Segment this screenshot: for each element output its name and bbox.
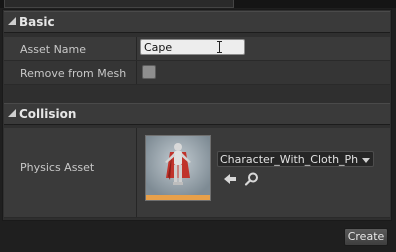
physics-asset-thumbnail[interactable] xyxy=(145,135,211,201)
expand-triangle-icon[interactable] xyxy=(8,17,16,25)
asset-name-label: Asset Name xyxy=(20,43,87,56)
physics-asset-value: Character_With_Cloth_Physi xyxy=(220,153,358,166)
top-tab[interactable] xyxy=(4,0,234,8)
remove-from-mesh-label: Remove from Mesh xyxy=(20,67,127,80)
column-divider[interactable] xyxy=(136,61,137,84)
chevron-down-icon xyxy=(362,158,370,163)
category-basic-label: Basic xyxy=(19,15,55,29)
column-divider[interactable] xyxy=(136,37,137,60)
details-panel: Basic Asset Name Remove from Mesh Collis… xyxy=(2,9,392,221)
asset-type-color-bar xyxy=(146,195,210,200)
text-cursor-icon xyxy=(216,40,224,54)
physics-asset-combo[interactable]: Character_With_Cloth_Physi xyxy=(217,151,374,167)
browse-button[interactable] xyxy=(244,171,260,187)
expand-triangle-icon[interactable] xyxy=(8,109,16,117)
category-basic[interactable]: Basic xyxy=(4,11,390,33)
property-row-remove-from-mesh: Remove from Mesh xyxy=(4,61,390,85)
property-row-physics-asset: Physics Asset Character_With_Cloth_Ph xyxy=(4,128,390,218)
top-tab-strip xyxy=(0,0,396,8)
remove-from-mesh-checkbox[interactable] xyxy=(142,65,156,79)
physics-asset-label: Physics Asset xyxy=(20,161,95,174)
character-figure-icon xyxy=(146,136,210,200)
create-button[interactable]: Create xyxy=(344,228,388,246)
category-collision[interactable]: Collision xyxy=(4,103,390,125)
search-icon xyxy=(244,172,258,186)
left-arrow-icon xyxy=(224,174,236,184)
asset-name-input[interactable] xyxy=(140,39,245,55)
category-collision-label: Collision xyxy=(19,107,77,121)
column-divider[interactable] xyxy=(136,128,137,217)
use-selected-button[interactable] xyxy=(222,171,238,187)
property-row-asset-name: Asset Name xyxy=(4,37,390,61)
